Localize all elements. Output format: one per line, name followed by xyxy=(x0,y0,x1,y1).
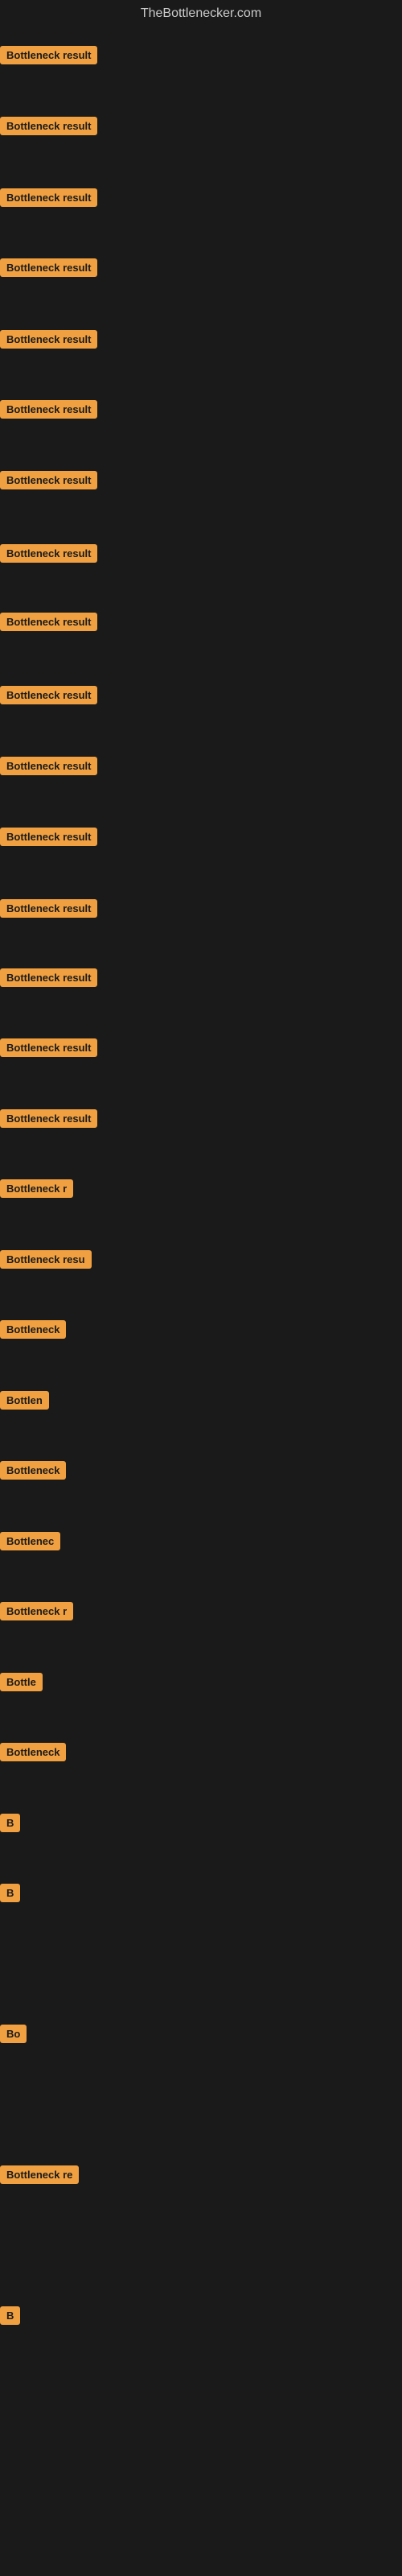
bottleneck-item-22: Bottlenec xyxy=(0,1532,60,1554)
bottleneck-badge-30[interactable]: B xyxy=(0,2306,20,2325)
bottleneck-item-13: Bottleneck result xyxy=(0,899,97,922)
bottleneck-item-24: Bottle xyxy=(0,1673,43,1695)
bottleneck-badge-13[interactable]: Bottleneck result xyxy=(0,899,97,918)
bottleneck-badge-25[interactable]: Bottleneck xyxy=(0,1743,66,1761)
bottleneck-badge-19[interactable]: Bottleneck xyxy=(0,1320,66,1339)
bottleneck-item-12: Bottleneck result xyxy=(0,828,97,850)
bottleneck-badge-6[interactable]: Bottleneck result xyxy=(0,400,97,419)
bottleneck-item-11: Bottleneck result xyxy=(0,757,97,779)
bottleneck-item-19: Bottleneck xyxy=(0,1320,66,1343)
bottleneck-badge-12[interactable]: Bottleneck result xyxy=(0,828,97,846)
bottleneck-badge-23[interactable]: Bottleneck r xyxy=(0,1602,73,1620)
bottleneck-item-15: Bottleneck result xyxy=(0,1038,97,1061)
bottleneck-item-20: Bottlen xyxy=(0,1391,49,1414)
bottleneck-badge-24[interactable]: Bottle xyxy=(0,1673,43,1691)
site-title: TheBottlenecker.com xyxy=(0,0,402,24)
bottleneck-item-25: Bottleneck xyxy=(0,1743,66,1765)
bottleneck-item-2: Bottleneck result xyxy=(0,117,97,139)
bottleneck-badge-28[interactable]: Bo xyxy=(0,2025,27,2043)
bottleneck-badge-29[interactable]: Bottleneck re xyxy=(0,2165,79,2184)
bottleneck-badge-10[interactable]: Bottleneck result xyxy=(0,686,97,704)
bottleneck-badge-7[interactable]: Bottleneck result xyxy=(0,471,97,489)
bottleneck-item-21: Bottleneck xyxy=(0,1461,66,1484)
bottleneck-badge-27[interactable]: B xyxy=(0,1884,20,1902)
bottleneck-badge-20[interactable]: Bottlen xyxy=(0,1391,49,1410)
bottleneck-item-16: Bottleneck result xyxy=(0,1109,97,1132)
bottleneck-badge-26[interactable]: B xyxy=(0,1814,20,1832)
bottleneck-badge-21[interactable]: Bottleneck xyxy=(0,1461,66,1480)
bottleneck-item-27: B xyxy=(0,1884,20,1906)
bottleneck-item-29: Bottleneck re xyxy=(0,2165,79,2188)
bottleneck-item-28: Bo xyxy=(0,2025,27,2047)
bottleneck-item-3: Bottleneck result xyxy=(0,188,97,211)
bottleneck-badge-16[interactable]: Bottleneck result xyxy=(0,1109,97,1128)
bottleneck-item-26: B xyxy=(0,1814,20,1836)
bottleneck-item-18: Bottleneck resu xyxy=(0,1250,92,1273)
bottleneck-badge-1[interactable]: Bottleneck result xyxy=(0,46,97,64)
bottleneck-badge-5[interactable]: Bottleneck result xyxy=(0,330,97,349)
bottleneck-badge-14[interactable]: Bottleneck result xyxy=(0,968,97,987)
bottleneck-badge-3[interactable]: Bottleneck result xyxy=(0,188,97,207)
bottleneck-badge-17[interactable]: Bottleneck r xyxy=(0,1179,73,1198)
bottleneck-badge-22[interactable]: Bottlenec xyxy=(0,1532,60,1550)
bottleneck-item-6: Bottleneck result xyxy=(0,400,97,423)
bottleneck-item-1: Bottleneck result xyxy=(0,46,97,68)
bottleneck-badge-4[interactable]: Bottleneck result xyxy=(0,258,97,277)
bottleneck-badge-9[interactable]: Bottleneck result xyxy=(0,613,97,631)
bottleneck-item-30: B xyxy=(0,2306,20,2329)
bottleneck-item-17: Bottleneck r xyxy=(0,1179,73,1202)
bottleneck-badge-15[interactable]: Bottleneck result xyxy=(0,1038,97,1057)
bottleneck-item-23: Bottleneck r xyxy=(0,1602,73,1624)
bottleneck-item-7: Bottleneck result xyxy=(0,471,97,493)
bottleneck-item-8: Bottleneck result xyxy=(0,544,97,567)
bottleneck-item-5: Bottleneck result xyxy=(0,330,97,353)
bottleneck-item-10: Bottleneck result xyxy=(0,686,97,708)
bottleneck-badge-11[interactable]: Bottleneck result xyxy=(0,757,97,775)
bottleneck-badge-2[interactable]: Bottleneck result xyxy=(0,117,97,135)
bottleneck-item-14: Bottleneck result xyxy=(0,968,97,991)
bottleneck-badge-18[interactable]: Bottleneck resu xyxy=(0,1250,92,1269)
bottleneck-item-4: Bottleneck result xyxy=(0,258,97,281)
bottleneck-badge-8[interactable]: Bottleneck result xyxy=(0,544,97,563)
bottleneck-item-9: Bottleneck result xyxy=(0,613,97,635)
